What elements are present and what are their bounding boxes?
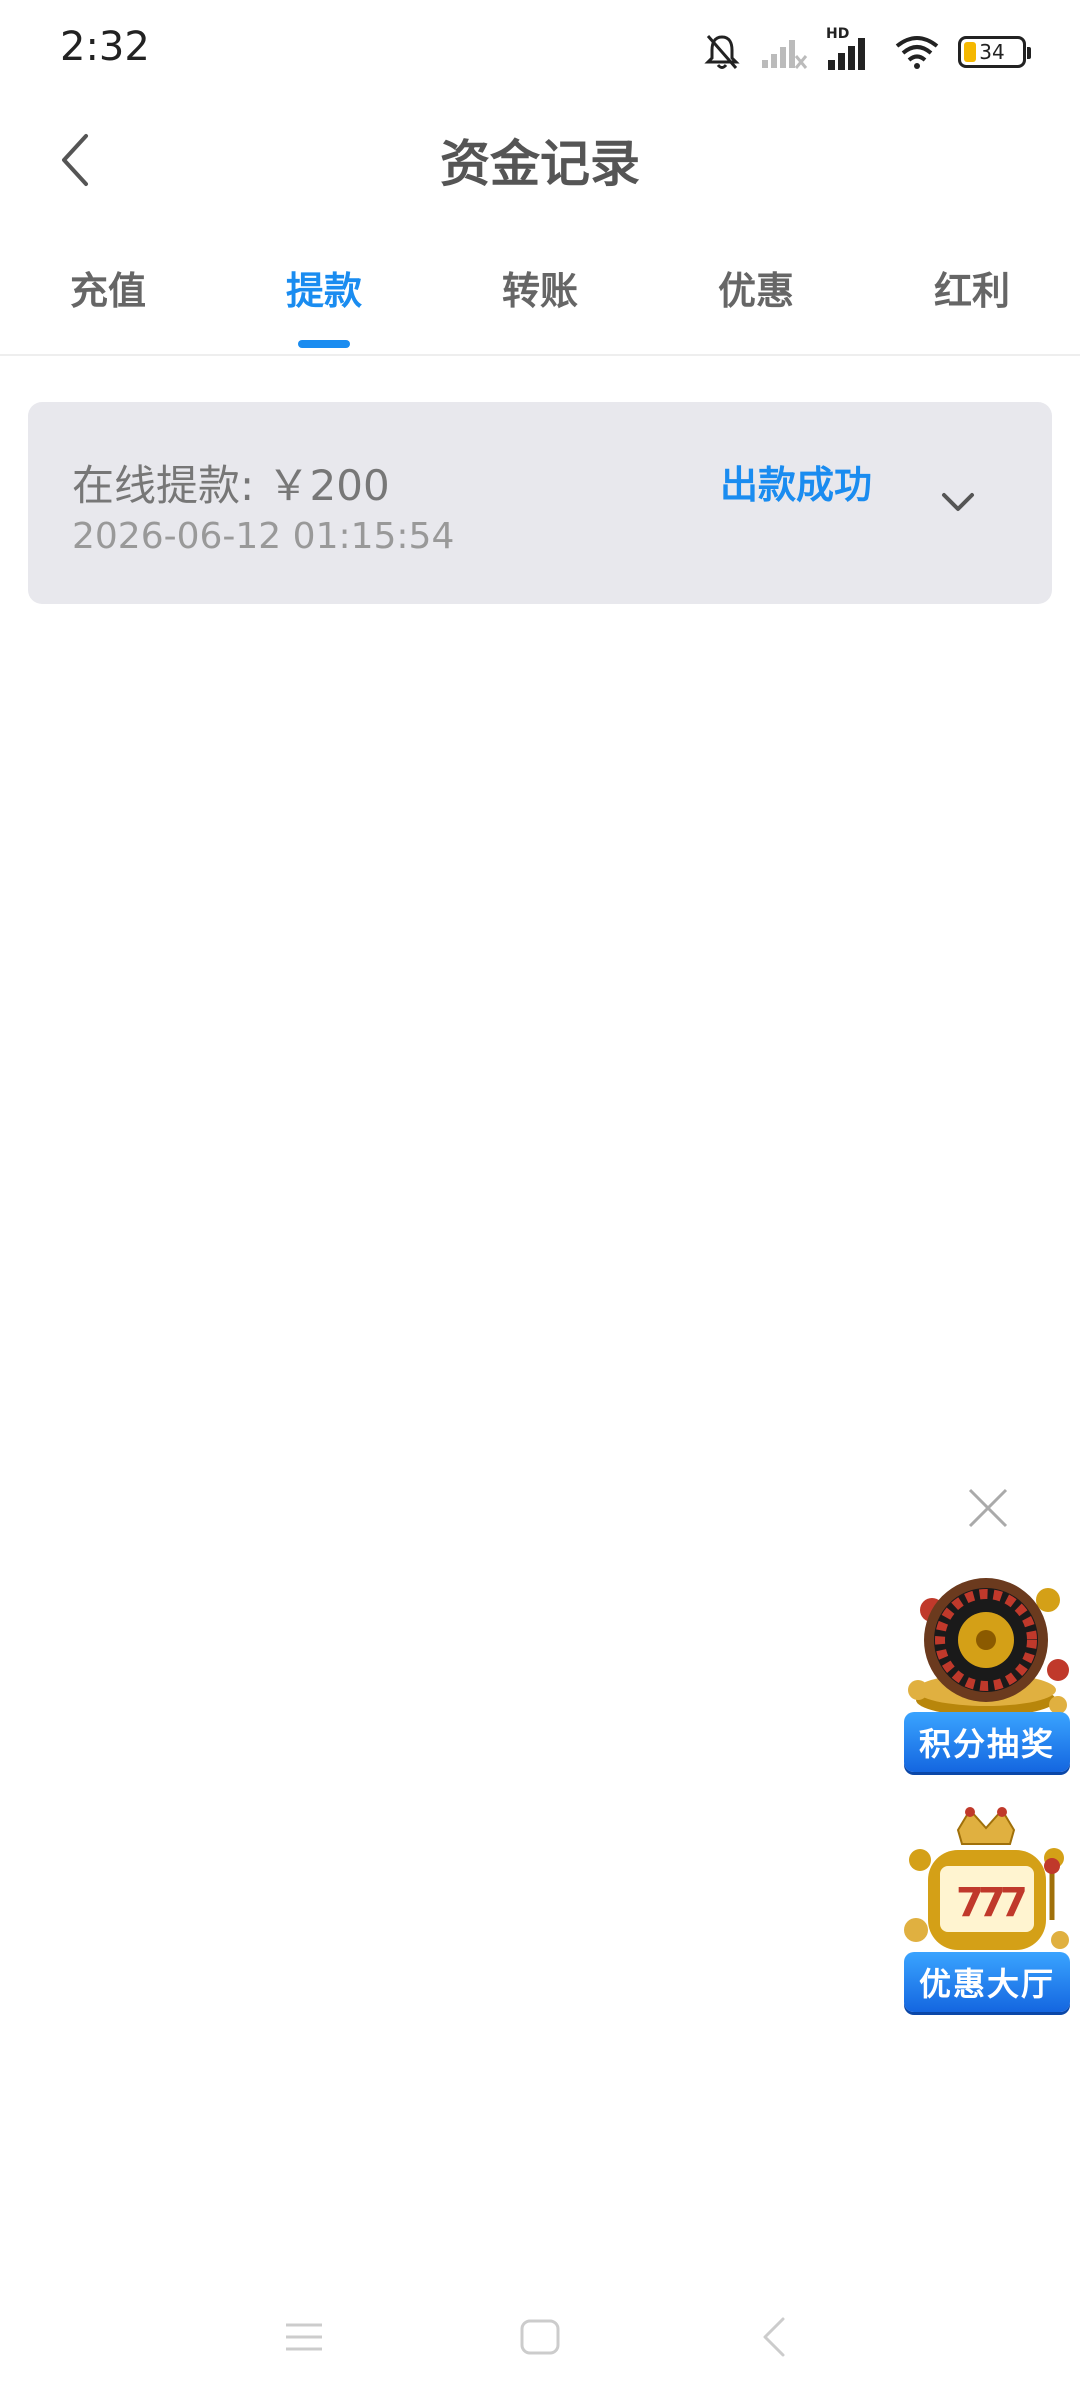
tab-bonus[interactable]: 红利: [892, 260, 1052, 340]
close-floating-button[interactable]: [960, 1480, 1016, 1536]
svg-text:7: 7: [1000, 1880, 1028, 1926]
record-time: 2026-06-12 01:15:54: [72, 516, 455, 557]
close-icon: [968, 1488, 1008, 1528]
wifi-icon: [895, 36, 939, 69]
active-tab-indicator: [298, 340, 350, 348]
record-title: 在线提款: ￥200: [72, 461, 390, 510]
system-nav-bar: [0, 2296, 1080, 2376]
nav-menu-button[interactable]: [274, 2312, 334, 2362]
status-icons: HD 34: [702, 26, 1031, 76]
chevron-down-icon: [942, 493, 974, 511]
signal-hd-icon: HD: [826, 26, 876, 72]
battery-icon: 34: [958, 36, 1031, 68]
bell-muted-icon: [704, 35, 740, 69]
promo-promotions-hall[interactable]: 7 7 7 优惠大厅: [898, 1800, 1076, 2020]
back-icon: [763, 2317, 785, 2357]
status-bar: 2:32 HD 34: [0, 0, 1080, 100]
tab-promotions[interactable]: 优惠: [676, 260, 836, 340]
status-time: 2:32: [60, 24, 150, 70]
record-card[interactable]: 在线提款: ￥200 2026-06-12 01:15:54 出款成功: [28, 402, 1052, 604]
promo-label: 优惠大厅: [904, 1952, 1070, 2012]
tab-withdraw[interactable]: 提款: [244, 260, 404, 348]
battery-level: 34: [979, 40, 1005, 64]
promo-points-lottery[interactable]: 积分抽奖: [898, 1560, 1076, 1780]
expand-button[interactable]: [928, 472, 988, 532]
tab-transfer[interactable]: 转账: [460, 260, 620, 340]
status-badge: 出款成功: [720, 463, 873, 507]
tab-deposit[interactable]: 充值: [28, 260, 188, 340]
tab-bar: 充值 提款 转账 优惠 红利: [0, 240, 1080, 356]
header: 资金记录: [0, 100, 1080, 220]
home-icon: [520, 2319, 560, 2355]
nav-back-button[interactable]: [744, 2312, 804, 2362]
promo-label: 积分抽奖: [904, 1712, 1070, 1772]
nav-home-button[interactable]: [510, 2312, 570, 2362]
page-title: 资金记录: [440, 135, 640, 193]
signal-off-icon: [762, 40, 808, 69]
menu-icon: [286, 2323, 322, 2351]
